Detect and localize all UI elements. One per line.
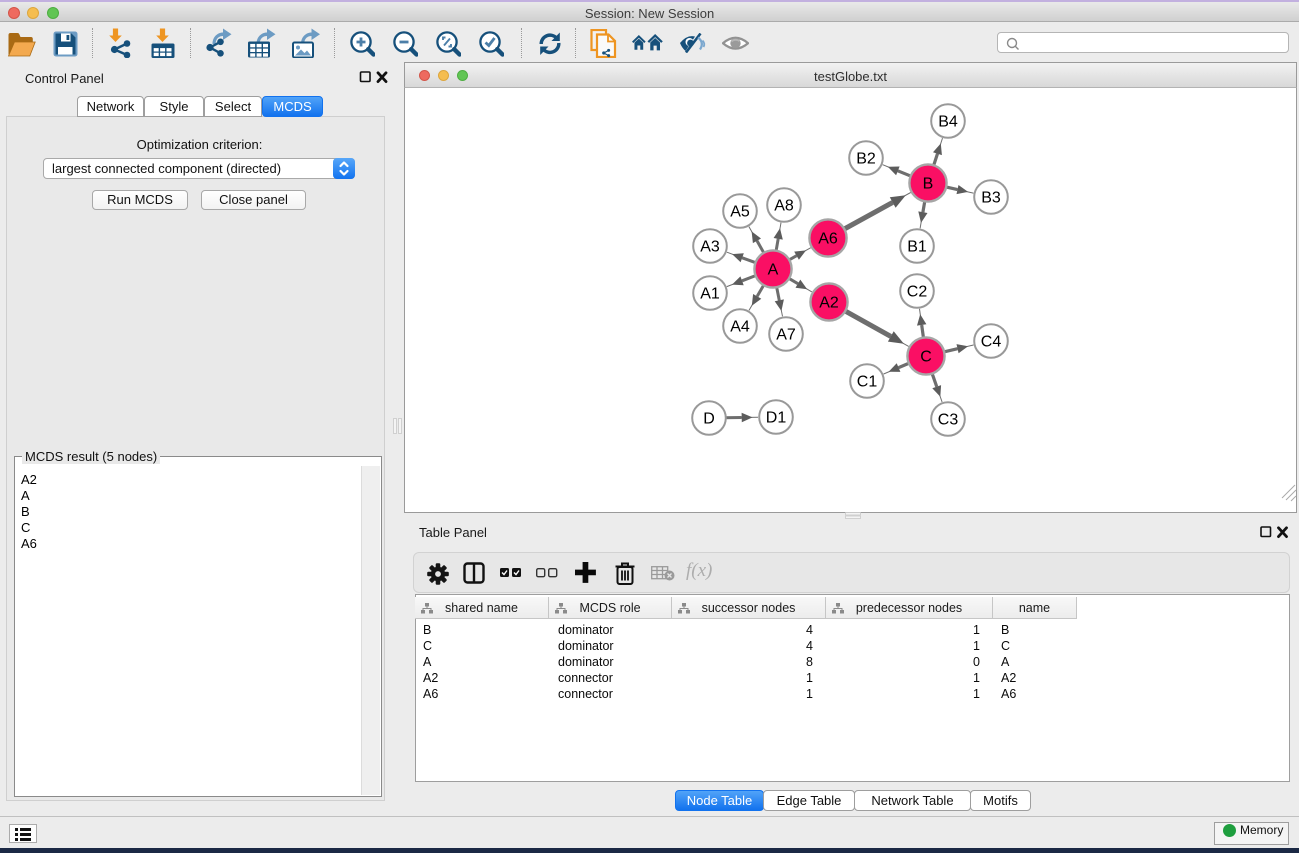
- svg-text:A4: A4: [730, 319, 750, 336]
- svg-text:C: C: [920, 349, 932, 366]
- svg-text:B: B: [923, 176, 934, 193]
- svg-text:B1: B1: [907, 239, 927, 256]
- svg-text:A6: A6: [818, 231, 838, 248]
- svg-text:A2: A2: [819, 295, 839, 312]
- svg-text:A3: A3: [700, 239, 720, 256]
- svg-text:A5: A5: [730, 204, 750, 221]
- svg-text:B4: B4: [938, 114, 958, 131]
- svg-text:D: D: [703, 411, 715, 428]
- svg-text:D1: D1: [766, 410, 787, 427]
- svg-text:A8: A8: [774, 198, 794, 215]
- svg-text:C3: C3: [938, 412, 959, 429]
- svg-text:C4: C4: [981, 334, 1002, 351]
- svg-text:B3: B3: [981, 190, 1001, 207]
- svg-text:A7: A7: [776, 327, 796, 344]
- svg-text:A1: A1: [700, 286, 720, 303]
- svg-text:B2: B2: [856, 151, 876, 168]
- svg-text:C2: C2: [907, 284, 928, 301]
- svg-text:A: A: [768, 262, 779, 279]
- svg-text:C1: C1: [857, 374, 878, 391]
